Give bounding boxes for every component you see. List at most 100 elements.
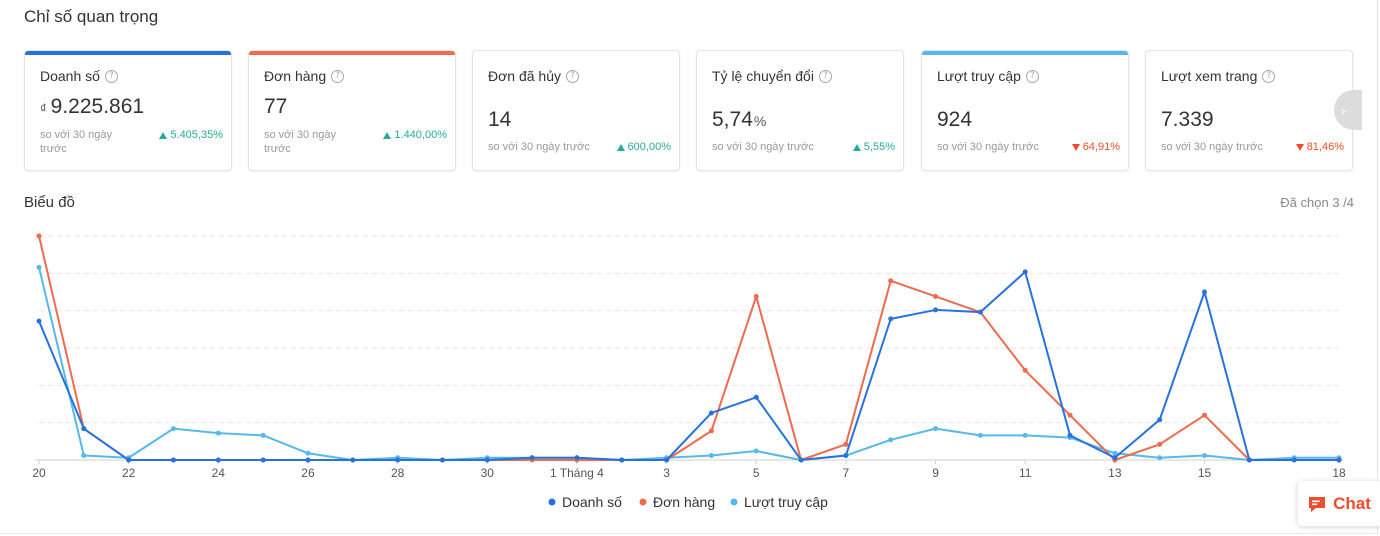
data-point [888, 316, 894, 322]
card-value-number: 5,74 [712, 108, 753, 131]
data-point [977, 432, 983, 438]
chevron-right-icon: › [1341, 102, 1346, 118]
data-point [36, 318, 42, 324]
arrow-up-icon [852, 143, 861, 151]
legend-item[interactable]: Lượt truy cập [730, 494, 829, 510]
data-point [170, 457, 176, 463]
data-point [36, 233, 42, 239]
card-accent-bar [249, 51, 455, 55]
data-point [933, 293, 939, 299]
card-value: ₫ 9.225.861 [40, 95, 144, 119]
currency-symbol: ₫ [40, 101, 47, 116]
data-point [619, 457, 625, 463]
card-change: 600,00% [616, 141, 671, 153]
data-point [1157, 441, 1163, 447]
x-tick-label: 7 [843, 466, 850, 480]
card-name-text: Đơn hàng [264, 68, 327, 84]
card-change-value: 1.440,00% [394, 129, 447, 141]
metric-card-conversion-rate[interactable]: Tỷ lệ chuyển đổi? 5,74% so với 30 ngày trư… [696, 50, 904, 171]
data-point [888, 437, 894, 443]
data-point [798, 457, 804, 463]
arrow-up-icon [616, 143, 625, 151]
help-icon[interactable]: ? [566, 69, 580, 83]
card-change: 1.440,00% [383, 129, 447, 141]
help-icon[interactable]: ? [1262, 69, 1276, 83]
help-icon[interactable]: ? [1025, 69, 1039, 83]
data-point [753, 448, 759, 454]
card-change: 64,91% [1071, 141, 1120, 153]
data-point [260, 432, 266, 438]
data-point [1157, 417, 1163, 423]
card-change: 5,55% [852, 141, 895, 153]
card-change-value: 5,55% [863, 141, 895, 153]
series-line [38, 270, 1339, 461]
card-change-value: 600,00% [627, 141, 671, 153]
data-point [305, 457, 311, 463]
metric-card-cancelled-orders[interactable]: Đơn đã hủy? 14 so với 30 ngày trước 600,00% [472, 50, 680, 171]
card-compare-text: so với 30 ngày trước [1161, 141, 1263, 153]
arrow-down-icon [1071, 143, 1080, 151]
data-point [933, 426, 939, 432]
chat-button[interactable]: Chat [1298, 481, 1380, 526]
metric-card-visits[interactable]: Lượt truy cập? 924 so với 30 ngày trước 64,… [921, 50, 1129, 171]
card-value-number: 9.225.861 [50, 95, 145, 118]
help-icon[interactable]: ? [104, 69, 118, 83]
card-value: 14 [488, 108, 511, 132]
chart-selected-count[interactable]: Đã chọn 3 /4 [1280, 195, 1354, 210]
data-point [1202, 453, 1208, 459]
legend-item[interactable]: Đơn hàng [639, 494, 716, 510]
chat-icon [1309, 496, 1326, 512]
metric-card-page-views[interactable]: Lượt xem trang? 7.339 so với 30 ngày trước… [1145, 50, 1353, 171]
card-name-text: Lượt truy cập [937, 68, 1021, 84]
data-point [933, 307, 939, 313]
data-point [81, 426, 87, 432]
arrow-up-icon [383, 131, 392, 139]
data-point [439, 457, 445, 463]
card-name: Lượt truy cập? [937, 68, 1039, 84]
data-point [36, 264, 42, 270]
card-value-number: 924 [937, 108, 973, 131]
data-point [81, 453, 87, 459]
data-point [664, 457, 670, 463]
card-value-number: 14 [488, 108, 512, 131]
x-tick-label: 24 [212, 466, 226, 480]
card-name: Đơn hàng? [264, 68, 345, 84]
card-accent-bar [922, 51, 1128, 55]
card-change: 5.405,35% [159, 129, 223, 141]
card-compare-text: so với 30 ngày trước [264, 129, 337, 155]
card-compare-text: so với 30 ngày trước [488, 141, 590, 153]
help-icon[interactable]: ? [331, 69, 345, 83]
metric-card-orders[interactable]: Đơn hàng? 77 so với 30 ngày trước 1.440,00% [248, 50, 456, 171]
x-tick-label: 3 [663, 466, 670, 480]
data-point [215, 457, 221, 463]
card-name-text: Doanh số [40, 68, 100, 84]
series-line [38, 267, 1339, 461]
data-point [215, 430, 221, 436]
data-point [574, 455, 580, 461]
legend-marker [639, 498, 647, 506]
data-point [350, 457, 356, 463]
card-name-text: Tỷ lệ chuyển đổi [712, 68, 814, 84]
x-tick-label: 20 [32, 466, 46, 480]
x-tick-label: 9 [932, 466, 939, 480]
x-tick-label: 11 [1019, 466, 1032, 480]
card-compare-text: so với 30 ngày trước [937, 141, 1039, 153]
x-tick-label: 5 [753, 466, 760, 480]
data-point [1022, 432, 1028, 438]
card-value: 7.339 [1161, 108, 1214, 132]
help-icon[interactable]: ? [818, 69, 832, 83]
data-point [1067, 412, 1073, 418]
x-tick-label: 30 [481, 466, 495, 480]
x-tick-label: 13 [1108, 466, 1122, 480]
legend-item[interactable]: Doanh số [548, 494, 623, 510]
chat-label: Chat [1333, 493, 1371, 513]
data-point [1202, 412, 1208, 418]
data-point [529, 455, 535, 461]
card-change-value: 64,91% [1082, 141, 1120, 153]
x-tick-label: 22 [122, 466, 136, 480]
card-change-value: 81,46% [1306, 141, 1344, 153]
card-name: Doanh số? [40, 68, 118, 84]
metric-card-revenue[interactable]: Doanh số? ₫ 9.225.861 so với 30 ngày trước 5… [24, 50, 232, 171]
legend-label: Doanh số [562, 494, 622, 510]
legend-label: Đơn hàng [653, 494, 715, 510]
